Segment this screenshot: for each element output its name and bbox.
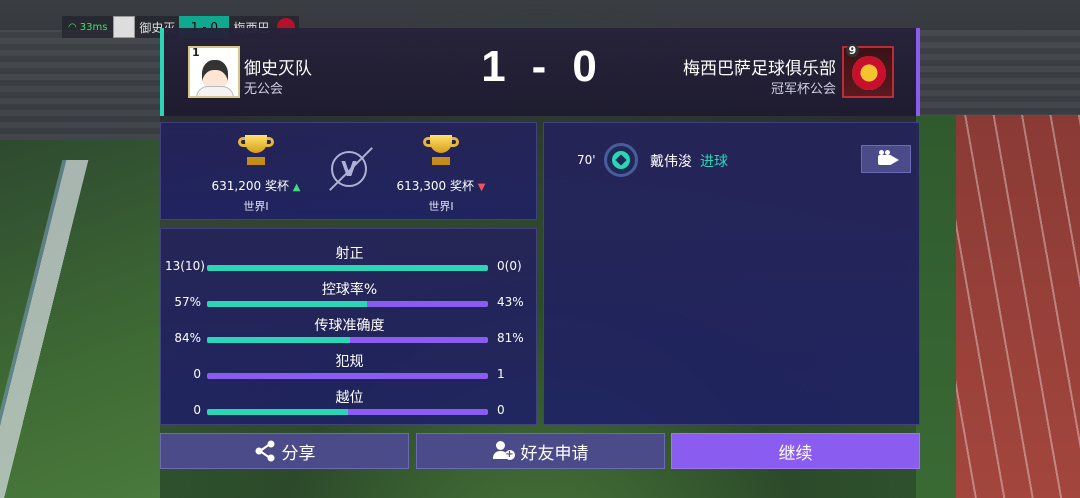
away-region: 世界I bbox=[428, 200, 454, 213]
wifi-icon: ◠ bbox=[68, 21, 77, 33]
away-trophy-value: 613,300 奖杯 ▼ bbox=[376, 177, 506, 194]
stat-row-shots-on-target: 射正 13(10) 0(0) bbox=[161, 243, 538, 273]
pitch-background bbox=[0, 140, 160, 498]
away-crest[interactable]: 9 bbox=[842, 44, 894, 98]
stat-label: 传球准确度 bbox=[314, 318, 385, 334]
stat-away-value: 0(0) bbox=[497, 259, 522, 273]
hud-home-avatar bbox=[113, 16, 136, 38]
share-button[interactable]: 分享 bbox=[160, 433, 409, 469]
ping-indicator: ◠ 33ms bbox=[62, 22, 113, 33]
home-region: 世界I bbox=[243, 200, 269, 213]
stat-home-value: 0 bbox=[193, 403, 201, 417]
stat-home-value: 13(10) bbox=[165, 259, 205, 273]
stat-home-value: 84% bbox=[174, 331, 201, 345]
stat-row-offside: 越位 0 0 bbox=[161, 387, 538, 417]
vs-icon: V bbox=[331, 151, 367, 187]
event-minute: 70' bbox=[577, 153, 596, 167]
stat-label: 犯规 bbox=[335, 354, 364, 370]
stat-away-value: 43% bbox=[497, 295, 524, 309]
stat-home-value: 57% bbox=[174, 295, 201, 309]
event-row: 70' 戴伟浚 进球 bbox=[544, 143, 919, 177]
trophy-icon bbox=[236, 135, 276, 169]
trend-down-icon: ▼ bbox=[477, 182, 486, 193]
stat-away-value: 81% bbox=[497, 331, 524, 345]
away-trophy-count: 613,300 奖杯 bbox=[396, 179, 474, 193]
trend-up-icon: ▲ bbox=[292, 182, 301, 193]
stat-bar-home-fill bbox=[207, 337, 351, 343]
stat-bar bbox=[207, 265, 488, 271]
ball-icon bbox=[604, 143, 638, 177]
club-badge-icon bbox=[852, 56, 886, 90]
home-score: 1 bbox=[481, 42, 508, 91]
stat-away-value: 1 bbox=[497, 367, 505, 381]
score-dash: - bbox=[531, 42, 549, 91]
stat-row-possession: 控球率% 57% 43% bbox=[161, 279, 538, 309]
stat-label: 控球率% bbox=[321, 282, 378, 298]
home-trophy-block: 631,200 奖杯 ▲ 世界I bbox=[191, 135, 321, 214]
stadium-stand-right bbox=[920, 30, 1080, 120]
away-rank: 9 bbox=[846, 44, 859, 57]
home-trophy-count: 631,200 奖杯 bbox=[211, 179, 289, 193]
trophy-panel: 631,200 奖杯 ▲ 世界I V 613,300 奖杯 ▼ 世界I bbox=[160, 122, 537, 220]
stat-home-value: 0 bbox=[193, 367, 201, 381]
stat-bar bbox=[207, 337, 488, 343]
stat-bar bbox=[207, 373, 488, 379]
trophy-icon bbox=[421, 135, 461, 169]
share-icon bbox=[254, 440, 276, 462]
stat-bar-home-fill bbox=[207, 301, 368, 307]
stat-bar-home-fill bbox=[207, 409, 348, 415]
friend-request-button[interactable]: + 好友申请 bbox=[416, 433, 665, 469]
add-friend-icon: + bbox=[492, 441, 515, 461]
away-score: 0 bbox=[572, 42, 599, 91]
stat-bar bbox=[207, 409, 488, 415]
video-icon bbox=[878, 150, 899, 165]
stat-away-value: 0 bbox=[497, 403, 505, 417]
event-player-name: 戴伟浚 bbox=[650, 154, 692, 170]
stat-bar bbox=[207, 301, 488, 307]
match-stats-panel: 射正 13(10) 0(0) 控球率% 57% 43% 传球准确度 84% 81… bbox=[160, 228, 537, 425]
away-team-name: 梅西巴萨足球俱乐部 bbox=[683, 59, 836, 79]
stat-label: 越位 bbox=[335, 390, 364, 406]
match-result-header: 1 御史灭队 无公会 1-0 梅西巴萨足球俱乐部 冠军杯公会 9 bbox=[160, 28, 920, 116]
replay-video-button[interactable] bbox=[861, 145, 911, 173]
continue-button[interactable]: 继续 bbox=[671, 433, 920, 469]
stat-label: 射正 bbox=[335, 246, 364, 262]
share-label: 分享 bbox=[281, 443, 316, 464]
away-guild-name: 冠军杯公会 bbox=[770, 82, 836, 97]
home-trophy-value: 631,200 奖杯 ▲ bbox=[191, 177, 321, 194]
stat-row-fouls: 犯规 0 1 bbox=[161, 351, 538, 381]
match-events-panel: 70' 戴伟浚 进球 bbox=[543, 122, 920, 425]
ping-value: 33ms bbox=[79, 21, 108, 33]
stadium-stand-left bbox=[0, 30, 160, 140]
running-track-background bbox=[916, 115, 1080, 498]
away-trophy-block: 613,300 奖杯 ▼ 世界I bbox=[376, 135, 506, 214]
stat-bar-home-fill bbox=[207, 265, 488, 271]
friend-request-label: 好友申请 bbox=[520, 443, 589, 464]
continue-label: 继续 bbox=[778, 443, 813, 464]
stat-row-pass-accuracy: 传球准确度 84% 81% bbox=[161, 315, 538, 345]
event-type: 进球 bbox=[700, 154, 728, 170]
